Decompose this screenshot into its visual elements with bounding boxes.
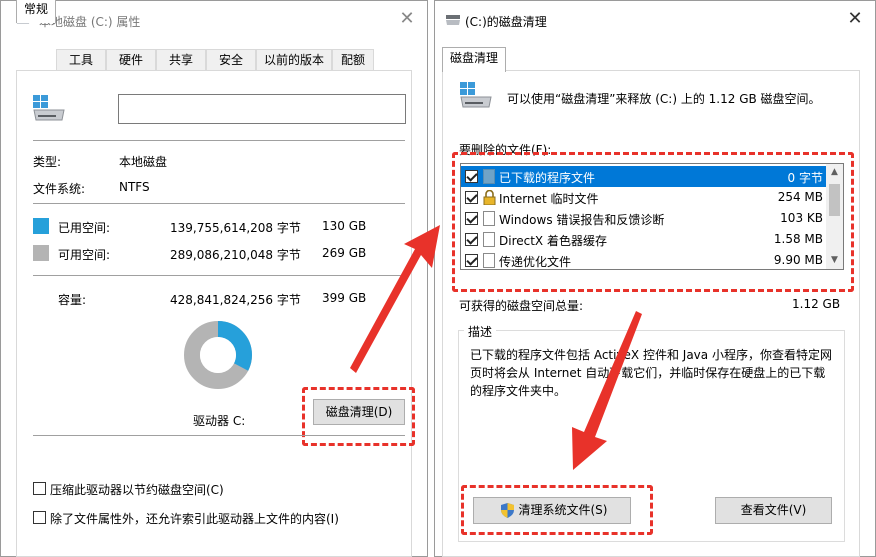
tab-security[interactable]: 安全 [206, 49, 256, 71]
view-files-button[interactable]: 查看文件(V) [715, 497, 832, 524]
capacity-label: 容量: [58, 293, 87, 307]
tab-hardware[interactable]: 硬件 [106, 49, 156, 71]
filesystem-label: 文件系统: [33, 182, 86, 196]
description-line: 页时将会从 Internet 自动下载它们，并临时保存在硬盘上的已下载 [470, 366, 826, 380]
properties-titlebar: 本地磁盘 (C:) 属性 ✕ [1, 1, 427, 39]
free-space-label: 可用空间: [58, 248, 111, 262]
used-space-label: 已用空间: [58, 221, 111, 235]
tab-general[interactable]: 常规 [16, 0, 56, 23]
drive-icon [460, 82, 492, 108]
compress-label: 压缩此驱动器以节约磁盘空间(C) [50, 483, 224, 497]
description-line: 已下载的程序文件包括 ActiveX 控件和 Java 小程序，你查看特定网 [470, 348, 832, 362]
divider [33, 435, 405, 436]
tab-sharing[interactable]: 共享 [156, 49, 206, 71]
tab-quota[interactable]: 配额 [332, 49, 374, 71]
close-icon[interactable]: ✕ [397, 9, 417, 29]
used-space-swatch [33, 218, 49, 234]
description-text: 已下载的程序文件包括 ActiveX 控件和 Java 小程序，你查看特定网 页… [470, 346, 840, 400]
cleanup-title: (C:)的磁盘清理 [465, 15, 547, 29]
index-checkbox[interactable] [33, 511, 46, 524]
highlight-box [452, 152, 854, 292]
type-label: 类型: [33, 155, 62, 169]
total-space-value: 1.12 GB [792, 297, 841, 311]
divider [33, 140, 405, 141]
cleanup-titlebar: (C:)的磁盘清理 ✕ [435, 1, 875, 39]
index-label: 除了文件属性外，还允许索引此驱动器上文件的内容(I) [50, 512, 339, 526]
compress-checkbox[interactable] [33, 482, 46, 495]
used-space-bytes: 139,755,614,208 字节 [170, 221, 301, 235]
drive-name-input[interactable] [118, 94, 406, 124]
highlight-box [302, 387, 415, 446]
divider [33, 203, 405, 204]
cleanup-intro: 可以使用“磁盘清理”来释放 (C:) 上的 1.12 GB 磁盘空间。 [507, 92, 821, 106]
description-line: 的程序文件夹中。 [470, 384, 567, 398]
used-space-gb: 130 GB [322, 219, 367, 233]
tab-disk-cleanup[interactable]: 磁盘清理 [442, 47, 506, 72]
type-value: 本地磁盘 [119, 155, 168, 169]
free-space-bytes: 289,086,210,048 字节 [170, 248, 301, 262]
usage-donut [184, 321, 252, 389]
description-label: 描述 [464, 323, 497, 340]
free-space-gb: 269 GB [322, 246, 367, 260]
highlight-box [461, 485, 653, 535]
filesystem-value: NTFS [119, 180, 150, 194]
capacity-bytes: 428,841,824,256 字节 [170, 293, 301, 307]
total-space-label: 可获得的磁盘空间总量: [459, 299, 584, 313]
tab-previous-versions[interactable]: 以前的版本 [256, 49, 332, 71]
drive-letter-label: 驱动器 C: [193, 414, 246, 428]
capacity-gb: 399 GB [322, 291, 367, 305]
divider [33, 275, 405, 276]
tab-tools[interactable]: 工具 [56, 49, 106, 71]
free-space-swatch [33, 245, 49, 261]
drive-icon [33, 95, 65, 121]
close-icon[interactable]: ✕ [845, 9, 865, 29]
cleanup-icon [446, 15, 460, 25]
